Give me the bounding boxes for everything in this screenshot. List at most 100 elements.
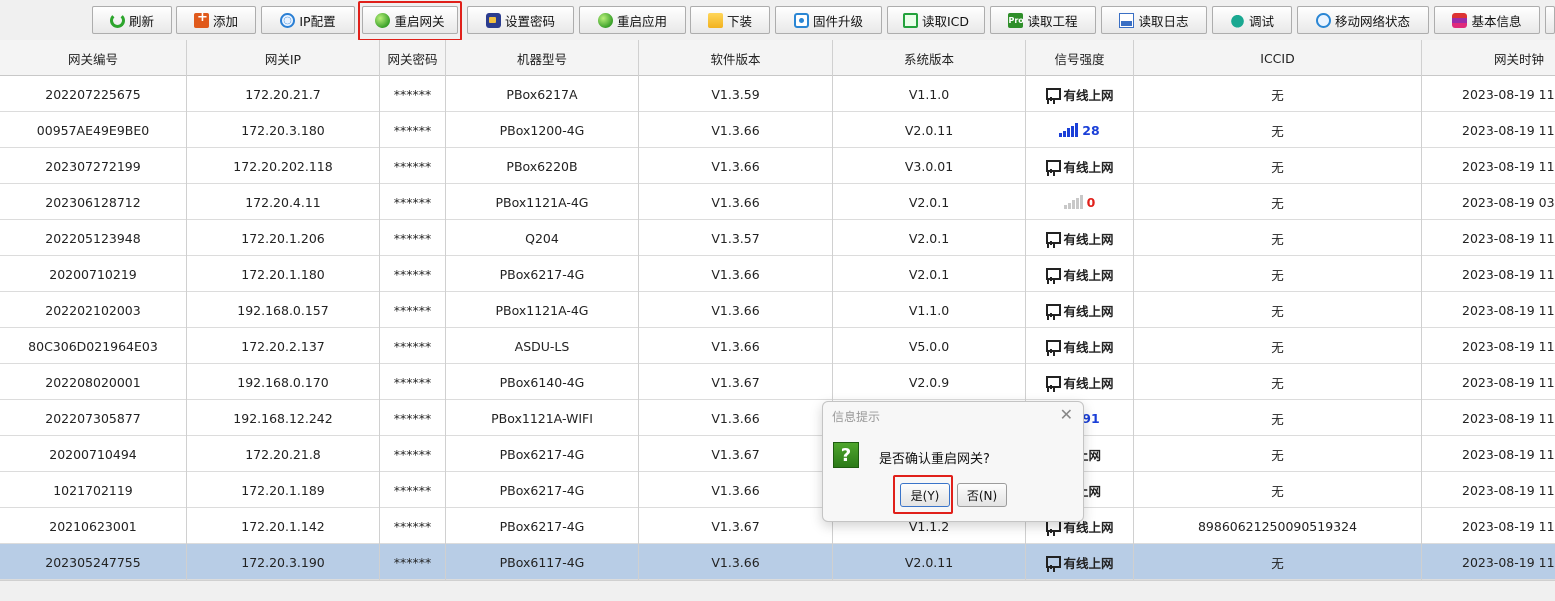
table-row[interactable]: 202208020001 192.168.0.170 ****** PBox6140-…	[0, 364, 1555, 400]
log-icon	[1119, 12, 1135, 28]
cell-ip: 172.20.202.118	[187, 148, 380, 184]
restart-gateway-button[interactable]: 重启网关	[362, 6, 458, 34]
basic-info-button[interactable]: 基本信息	[1434, 6, 1540, 34]
cell-iccid: 无	[1134, 328, 1422, 364]
header-software-version[interactable]: 软件版本	[639, 40, 833, 76]
cell-model: PBox1200-4G	[446, 112, 639, 148]
cell-iccid: 89860621250090519324	[1134, 508, 1422, 544]
refresh-button[interactable]: 刷新	[92, 6, 172, 34]
chip-icon	[793, 12, 809, 28]
header-password[interactable]: 网关密码	[380, 40, 446, 76]
cell-signal: 有线上网	[1026, 76, 1134, 112]
no-button[interactable]: 否(N)	[957, 483, 1007, 507]
cell-clock: 2023-08-19 11:04	[1422, 364, 1555, 400]
cell-ip: 192.168.0.157	[187, 292, 380, 328]
header-ip[interactable]: 网关IP	[187, 40, 380, 76]
table-row[interactable]: 202202102003 192.168.0.157 ****** PBox1121A…	[0, 292, 1555, 328]
cell-model: PBox6117-4G	[446, 544, 639, 580]
table-row[interactable]: 202305247755 172.20.3.190 ****** PBox6117-4…	[0, 544, 1555, 580]
wired-network-icon	[1045, 159, 1062, 173]
cell-model: Q204	[446, 220, 639, 256]
bug-icon	[1229, 12, 1245, 28]
cell-password: ******	[380, 436, 446, 472]
table-row[interactable]: 20200710494 172.20.21.8 ****** PBox6217-4G V…	[0, 436, 1555, 472]
wifi-icon	[1315, 12, 1331, 28]
set-password-button-label: 设置密码	[504, 13, 555, 29]
table-row[interactable]: 20200710219 172.20.1.180 ****** PBox6217-4G…	[0, 256, 1555, 292]
cell-id: 1021702119	[0, 472, 187, 508]
cell-signal: 28	[1026, 112, 1134, 148]
table-row[interactable]: 202307272199 172.20.202.118 ****** PBox6220…	[0, 148, 1555, 184]
table-row[interactable]: 20210623001 172.20.1.142 ****** PBox6217-4G…	[0, 508, 1555, 544]
download-button[interactable]: 下装	[690, 6, 770, 34]
set-password-button[interactable]: 设置密码	[467, 6, 574, 34]
add-button[interactable]: 添加	[176, 6, 256, 34]
refresh-button-label: 刷新	[128, 13, 154, 29]
cell-model: PBox6217-4G	[446, 472, 639, 508]
header-iccid[interactable]: ICCID	[1134, 40, 1422, 76]
firmware-upgrade-button[interactable]: 固件升级	[775, 6, 882, 34]
yes-button[interactable]: 是(Y)	[900, 483, 950, 507]
basic-info-button-label: 基本信息	[1471, 13, 1522, 29]
cell-id: 202305247755	[0, 544, 187, 580]
dialog-title: 信息提示	[832, 410, 881, 424]
table-row[interactable]: 202207225675 172.20.21.7 ****** PBox6217A V1…	[0, 76, 1555, 112]
debug-button-label: 调试	[1248, 13, 1274, 29]
table-row[interactable]: 1021702119 172.20.1.189 ****** PBox6217-4G V…	[0, 472, 1555, 508]
dialog-message: 是否确认重启网关?	[879, 452, 990, 467]
cell-system-version: V5.0.0	[833, 328, 1026, 364]
cell-iccid: 无	[1134, 472, 1422, 508]
header-signal[interactable]: 信号强度	[1026, 40, 1134, 76]
confirm-dialog: 信息提示 ✕ ? 是否确认重启网关? 是(Y) 否(N)	[822, 401, 1084, 522]
toolbar-overflow-button[interactable]	[1545, 6, 1555, 34]
read-project-button[interactable]: Pro 读取工程	[990, 6, 1096, 34]
question-icon: ?	[833, 442, 859, 468]
cell-clock: 2023-08-19 11:04	[1422, 472, 1555, 508]
cell-system-version: V1.1.0	[833, 292, 1026, 328]
ip-config-button[interactable]: IP配置	[261, 6, 355, 34]
table-row[interactable]: 202306128712 172.20.4.11 ****** PBox1121A-4…	[0, 184, 1555, 220]
cell-ip: 172.20.1.180	[187, 256, 380, 292]
restart-app-button[interactable]: 重启应用	[579, 6, 686, 34]
header-system-version[interactable]: 系统版本	[833, 40, 1026, 76]
signal-value: 有线上网	[1063, 231, 1114, 247]
cell-system-version: V2.0.9	[833, 364, 1026, 400]
cell-clock: 2023-08-19 03:05	[1422, 184, 1555, 220]
signal-value: 0	[1086, 194, 1096, 210]
pro-icon: Pro	[1008, 12, 1024, 28]
icd-icon	[902, 12, 918, 28]
wired-network-icon	[1045, 231, 1062, 245]
cell-password: ******	[380, 400, 446, 436]
read-icd-button-label: 读取ICD	[921, 13, 970, 29]
read-log-button[interactable]: 读取日志	[1101, 6, 1207, 34]
cell-software-version: V1.3.66	[639, 544, 833, 580]
gateway-table: 网关编号 网关IP 网关密码 机器型号 软件版本 系统版本 信号强度 ICCID…	[0, 40, 1555, 580]
add-button-label: 添加	[212, 13, 238, 29]
read-icd-button[interactable]: 读取ICD	[887, 6, 985, 34]
cell-system-version: V2.0.1	[833, 184, 1026, 220]
debug-button[interactable]: 调试	[1212, 6, 1292, 34]
cell-system-version: V1.1.0	[833, 76, 1026, 112]
header-id[interactable]: 网关编号	[0, 40, 187, 76]
cell-ip: 192.168.0.170	[187, 364, 380, 400]
cell-signal: 有线上网	[1026, 544, 1134, 580]
cell-system-version: V2.0.11	[833, 112, 1026, 148]
cell-ip: 192.168.12.242	[187, 400, 380, 436]
cell-signal: 有线上网	[1026, 256, 1134, 292]
table-row[interactable]: 80C306D021964E03 172.20.2.137 ****** ASDU-L…	[0, 328, 1555, 364]
cell-iccid: 无	[1134, 364, 1422, 400]
table-row[interactable]: 202205123948 172.20.1.206 ****** Q204 V1.3.5…	[0, 220, 1555, 256]
globe-icon	[280, 12, 296, 28]
header-clock[interactable]: 网关时钟	[1422, 40, 1555, 76]
table-row[interactable]: 00957AE49E9BE0 172.20.3.180 ****** PBox1200…	[0, 112, 1555, 148]
close-icon[interactable]: ✕	[1060, 405, 1073, 424]
table-row[interactable]: 202207305877 192.168.12.242 ****** PBox1121…	[0, 400, 1555, 436]
cell-software-version: V1.3.66	[639, 256, 833, 292]
cell-clock: 2023-08-19 11:04	[1422, 508, 1555, 544]
cell-id: 00957AE49E9BE0	[0, 112, 187, 148]
cell-clock: 2023-08-19 11:04	[1422, 112, 1555, 148]
mobile-network-status-button[interactable]: 移动网络状态	[1297, 6, 1429, 34]
header-model[interactable]: 机器型号	[446, 40, 639, 76]
cell-model: PBox6140-4G	[446, 364, 639, 400]
cell-model: ASDU-LS	[446, 328, 639, 364]
